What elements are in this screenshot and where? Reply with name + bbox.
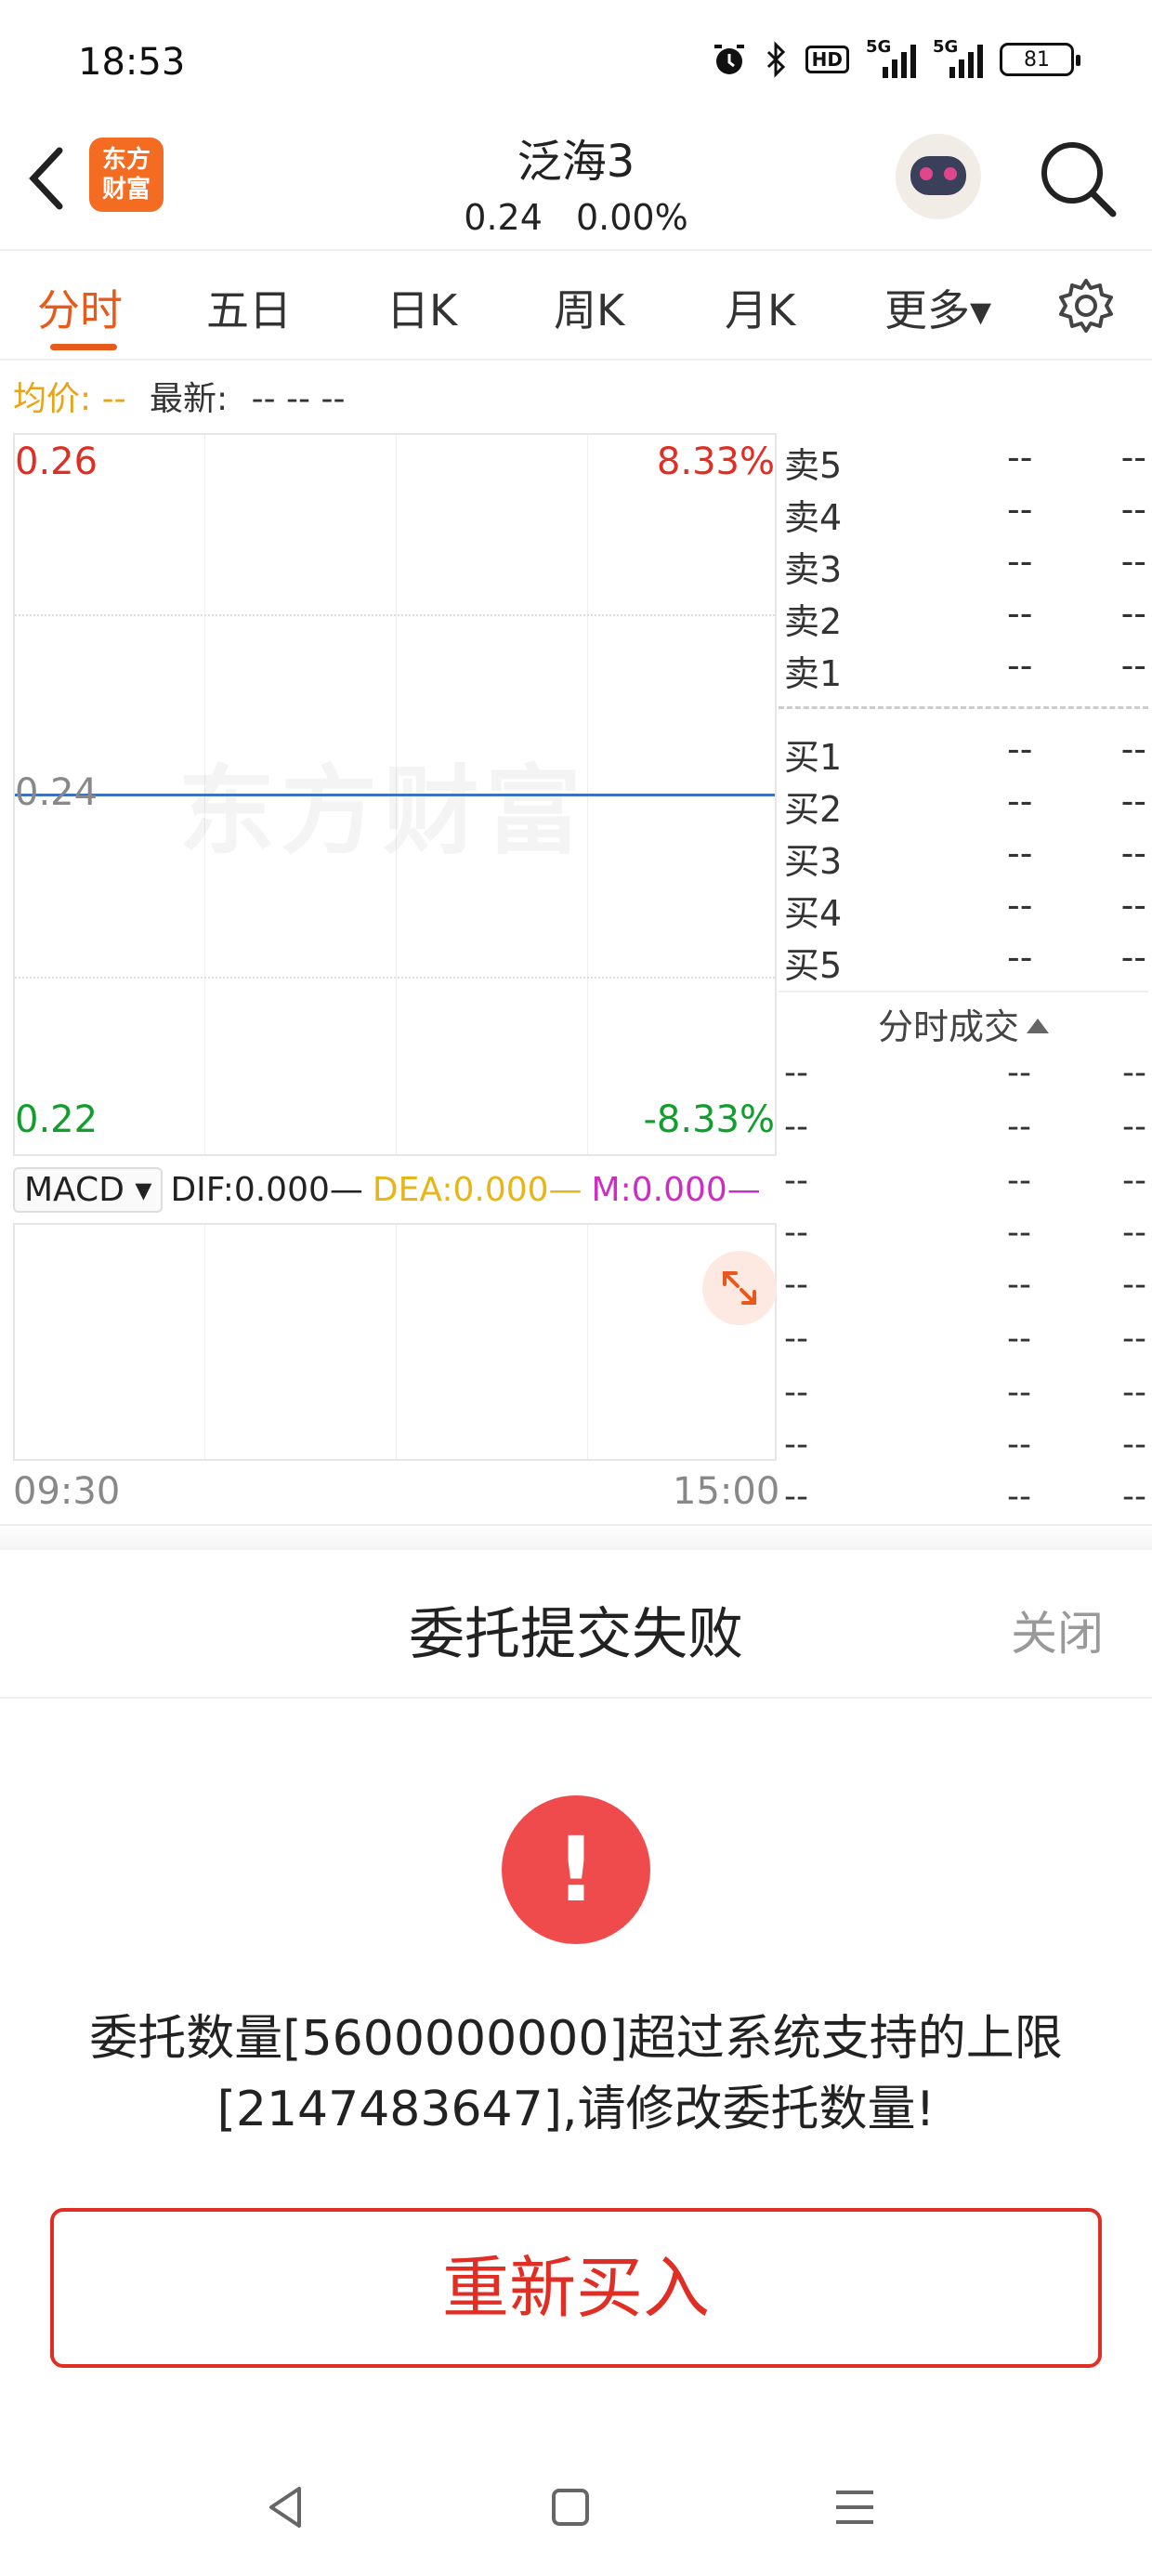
battery-icon: 81 [1000, 43, 1080, 76]
nav-menu-button[interactable] [827, 2479, 883, 2535]
warning-icon: ! [502, 1795, 650, 1944]
ask-row: 卖4 -- -- [784, 489, 1146, 538]
macd-chart[interactable] [13, 1223, 777, 1461]
error-message: 委托数量[5600000000]超过系统支持的上限 [2147483647],请… [56, 2004, 1096, 2145]
signal-icon-2: 5G [933, 37, 983, 78]
tab-weekly-k[interactable]: 周K [554, 277, 624, 338]
order-failed-dialog: 委托提交失败 关闭 ! 委托数量[5600000000]超过系统支持的上限 [2… [0, 1550, 1152, 2576]
tick-row: -- -- -- [784, 1373, 1146, 1412]
app-logo[interactable]: 东方 财富 [89, 138, 164, 212]
ask-row: 卖3 -- -- [784, 541, 1146, 590]
intraday-chart[interactable]: 东方财富 0.26 8.33% 0.24 0.22 -8.33% [13, 433, 777, 1156]
ask-row: 卖5 -- -- [784, 437, 1146, 486]
macd-dif: DIF:0.000— [170, 1170, 363, 1209]
alarm-icon [713, 45, 744, 74]
pct-tick-low: -8.33% [643, 1098, 775, 1141]
hd-icon: HD [805, 46, 849, 73]
latest-label: 最新: [150, 380, 229, 418]
square-home-icon [552, 2489, 589, 2526]
avg-price-value: -- [101, 380, 126, 418]
rebuy-button[interactable]: 重新买入 [50, 2208, 1102, 2368]
time-end: 15:00 [673, 1470, 780, 1513]
expand-icon [723, 1271, 756, 1305]
tick-row: -- -- -- [784, 1054, 1146, 1092]
status-icons: HD 5G 5G 81 [711, 37, 1080, 78]
time-start: 09:30 [13, 1470, 121, 1513]
system-nav-bar [0, 2453, 1152, 2565]
search-icon [1041, 142, 1117, 217]
chevron-left-icon [29, 147, 63, 210]
search-button[interactable] [1037, 138, 1120, 221]
macd-m: M:0.000— [591, 1170, 761, 1209]
gear-icon [1059, 279, 1113, 333]
menu-icon [836, 2491, 873, 2524]
price-series-line [15, 793, 775, 796]
macd-legend: MACD ▾ DIF:0.000— DEA:0.000— M:0.000— [13, 1160, 761, 1219]
stock-header: 东方 财富 泛海3 0.24 0.00% [0, 121, 1152, 251]
error-message-line1: 委托数量[5600000000]超过系统支持的上限 [89, 2011, 1063, 2067]
watermark: 东方财富 [178, 732, 587, 873]
back-button[interactable] [22, 141, 87, 225]
tab-intraday[interactable]: 分时 [37, 277, 123, 338]
tab-indicator [50, 344, 117, 350]
bluetooth-icon [766, 41, 785, 78]
avg-price-label: 均价: [13, 380, 92, 418]
bid-row: 买4 -- -- [784, 885, 1146, 934]
indicator-select[interactable]: MACD ▾ [13, 1166, 164, 1213]
tick-row: -- -- -- [784, 1162, 1146, 1200]
y-tick-high: 0.26 [15, 440, 98, 483]
triangle-up-icon [1027, 1019, 1049, 1033]
pct-tick-high: 8.33% [656, 440, 775, 483]
stock-name: 泛海3 [517, 136, 635, 188]
price-info-row: 均价: -- 最新: -- -- -- [13, 372, 345, 420]
tick-row: -- -- -- [784, 1478, 1146, 1516]
latest-values: -- -- -- [251, 380, 346, 418]
dialog-divider [0, 1697, 1152, 1699]
assistant-robot-icon[interactable] [896, 134, 981, 219]
tick-row: -- -- -- [784, 1320, 1146, 1358]
tab-daily-k[interactable]: 日K [386, 277, 457, 338]
dialog-title: 委托提交失败 [409, 1602, 743, 1667]
current-price: 0.24 [464, 197, 543, 238]
ticks-header[interactable]: 分时成交 [779, 991, 1148, 1049]
tick-row: -- -- -- [784, 1214, 1146, 1252]
ask-row: 卖2 -- -- [784, 593, 1146, 642]
book-divider [779, 706, 1148, 709]
grid-line [15, 614, 775, 616]
tick-row: -- -- -- [784, 1266, 1146, 1304]
settings-button[interactable] [1057, 277, 1115, 335]
status-bar: 18:53 HD 5G 5G 81 [0, 0, 1152, 130]
triangle-back-icon [269, 2487, 301, 2528]
tick-row: -- -- -- [784, 1108, 1146, 1146]
chart-tabs: 分时 五日 日K 周K 月K 更多▾ [0, 249, 1152, 361]
bid-row: 买3 -- -- [784, 833, 1146, 882]
price-line: 0.24 0.00% [372, 197, 780, 238]
grid-line [15, 977, 775, 979]
signal-icon: 5G [866, 37, 916, 78]
bid-row: 买5 -- -- [784, 937, 1146, 986]
status-time: 18:53 [78, 41, 186, 84]
stock-title-block: 泛海3 0.24 0.00% [372, 125, 780, 238]
y-tick-mid: 0.24 [15, 771, 98, 814]
bid-row: 买1 -- -- [784, 729, 1146, 778]
ask-row: 卖1 -- -- [784, 645, 1146, 694]
error-message-line2: [2147483647],请修改委托数量! [216, 2082, 936, 2137]
change-percent: 0.00% [575, 197, 688, 238]
nav-home-button[interactable] [543, 2479, 598, 2535]
close-button[interactable]: 关闭 [1011, 1597, 1104, 1663]
y-tick-low: 0.22 [15, 1098, 98, 1141]
tab-five-day[interactable]: 五日 [206, 277, 292, 338]
nav-back-button[interactable] [258, 2479, 314, 2535]
macd-dea: DEA:0.000— [372, 1170, 583, 1209]
tab-more[interactable]: 更多▾ [884, 277, 991, 338]
sheet-shadow [0, 1524, 1152, 1552]
tab-monthly-k[interactable]: 月K [725, 277, 795, 338]
expand-button[interactable] [702, 1251, 777, 1325]
bid-row: 买2 -- -- [784, 781, 1146, 830]
tick-row: -- -- -- [784, 1426, 1146, 1464]
